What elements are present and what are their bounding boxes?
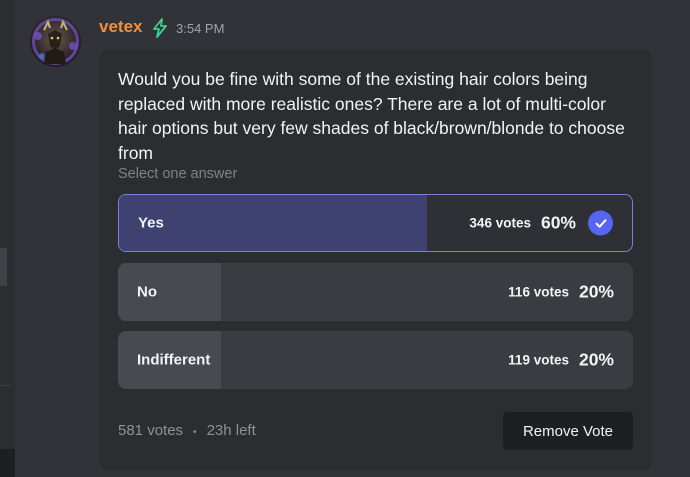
- poll-answer-label: No: [137, 283, 157, 301]
- remove-vote-button[interactable]: Remove Vote: [503, 412, 633, 450]
- sidebar-footer: [0, 449, 15, 477]
- poll-answer-label: Indifferent: [137, 351, 211, 369]
- poll-time-left: 23h left: [206, 422, 256, 439]
- poll-answer-stats: 116 votes 20%: [508, 282, 614, 303]
- poll-answer-label: Yes: [138, 214, 164, 232]
- poll-answer-bar: [118, 263, 221, 321]
- message-username[interactable]: vetex: [99, 17, 142, 37]
- channel-sidebar-edge: [0, 0, 15, 477]
- message-timestamp: 3:54 PM: [176, 21, 225, 36]
- poll-answer-votes: 119 votes: [508, 352, 569, 368]
- poll-answer-yes[interactable]: Yes 346 votes 60%: [118, 194, 633, 252]
- checkmark-icon: [588, 210, 613, 236]
- poll-answer-no[interactable]: No 116 votes 20%: [118, 263, 633, 321]
- sidebar-divider: [0, 385, 10, 386]
- poll-answer-percent: 60%: [540, 212, 576, 233]
- poll-answer-votes: 346 votes: [469, 215, 531, 231]
- poll-answer-bar: [119, 195, 427, 251]
- poll-answer-votes: 116 votes: [508, 284, 569, 300]
- poll-question: Would you be fine with some of the exist…: [118, 69, 625, 163]
- poll-answer-stats: 119 votes 20%: [508, 350, 614, 371]
- sidebar-selected-indicator: [0, 248, 7, 286]
- poll-total-votes: 581 votes: [118, 422, 184, 439]
- poll-answer-stats: 346 votes 60%: [469, 210, 613, 236]
- poll-answer-percent: 20%: [578, 349, 614, 370]
- poll-answer-indifferent[interactable]: Indifferent 119 votes 20%: [118, 331, 633, 389]
- poll-card: Would you be fine with some of the exist…: [99, 49, 652, 471]
- poll-subtitle: Select one answer: [118, 166, 238, 182]
- lightning-icon: [150, 18, 170, 38]
- footer-separator: •: [193, 427, 197, 438]
- poll-answer-percent: 20%: [578, 281, 614, 302]
- avatar[interactable]: [30, 16, 81, 67]
